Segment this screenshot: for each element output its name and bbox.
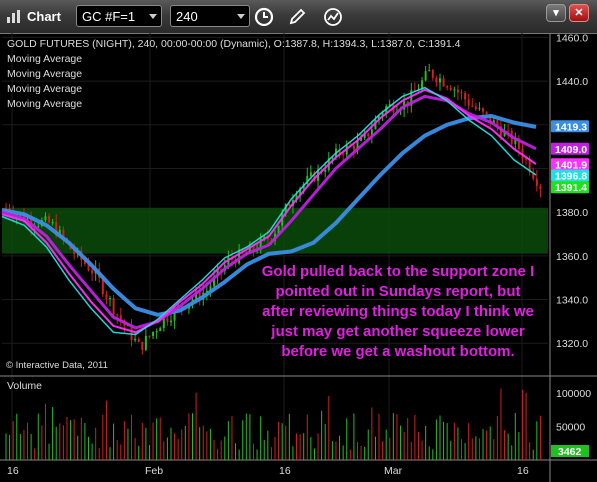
price-tick-label: 1360.0	[556, 251, 588, 263]
indicator-label: Moving Average	[7, 83, 83, 95]
candle-body	[37, 225, 40, 227]
candle-body	[478, 108, 481, 110]
candle-body	[424, 71, 427, 81]
price-tick-label: 1440.0	[556, 76, 588, 88]
ma-value-tags: 1419.31409.01401.91396.81391.4	[551, 120, 589, 194]
instrument-header: GOLD FUTURES (NIGHT), 240, 00:00-00:00 (…	[7, 38, 461, 50]
ma-value-label: 1419.3	[555, 121, 587, 133]
candle-body	[159, 328, 162, 332]
candle-body	[144, 335, 147, 350]
indicator-label: Moving Average	[7, 68, 83, 80]
candle-body	[471, 105, 474, 107]
time-tick-label: Feb	[145, 465, 163, 477]
candle-body	[148, 335, 151, 337]
candle-body	[152, 331, 155, 337]
ma-value-label: 1396.8	[555, 170, 587, 182]
candle-body	[48, 216, 51, 223]
volume-tick-label: 100000	[556, 388, 591, 400]
candle-body	[155, 331, 158, 333]
volume-tick-label: 50000	[556, 421, 585, 433]
candle-body	[442, 78, 445, 87]
candle-body	[474, 106, 477, 110]
candle-body	[91, 270, 94, 274]
clock-icon[interactable]	[253, 6, 275, 28]
minimize-button[interactable]: ▾	[546, 4, 566, 22]
ma-value-label: 1409.0	[555, 144, 587, 156]
candle-body	[112, 298, 115, 315]
time-tick-label: 16	[279, 465, 291, 477]
candle-body	[105, 294, 108, 299]
candle-body	[482, 108, 485, 112]
candle-body	[51, 222, 54, 224]
copyright-note: © Interactive Data, 2011	[6, 360, 108, 371]
candle-body	[435, 77, 438, 83]
volume-axis: 100000 50000 3462	[551, 388, 591, 458]
candle-body	[453, 89, 456, 91]
volume-last-label: 3462	[558, 446, 582, 458]
candle-body	[367, 133, 370, 137]
time-tick-label: 16	[7, 465, 19, 477]
candle-body	[352, 145, 355, 151]
candle-body	[109, 298, 112, 300]
price-chart[interactable]: 1320.01340.01360.01380.01400.01420.01440…	[0, 33, 597, 482]
chart-toolbar: Chart GC #F=1 240 ▾ ✕	[0, 0, 597, 34]
symbol-input[interactable]: GC #F=1	[76, 5, 162, 27]
interval-select[interactable]: 240	[170, 5, 250, 27]
window-title: Chart	[27, 9, 61, 24]
candle-body	[539, 186, 542, 190]
candle-body	[485, 111, 488, 115]
volume-bars	[5, 388, 541, 460]
candle-body	[431, 70, 434, 78]
candle-body	[166, 318, 169, 323]
price-tick-label: 1460.0	[556, 33, 588, 44]
candle-body	[446, 86, 449, 88]
candle-body	[44, 216, 47, 220]
candle-body	[169, 320, 172, 323]
ma-value-label: 1391.4	[555, 182, 587, 194]
candle-body	[428, 70, 431, 72]
candle-body	[342, 153, 345, 155]
candle-body	[464, 93, 467, 100]
candle-body	[134, 338, 137, 341]
volume-label: Volume	[7, 380, 43, 392]
candle-body	[507, 130, 510, 132]
candle-body	[467, 99, 470, 106]
candle-body	[438, 78, 441, 83]
candle-body	[141, 341, 144, 350]
chevron-down-icon[interactable]	[149, 14, 157, 19]
price-tick-label: 1340.0	[556, 295, 588, 307]
time-tick-label: Mar	[384, 465, 403, 477]
time-axis: 16 Feb 16 Mar 16	[7, 465, 529, 477]
candle-body	[324, 169, 327, 172]
candle-body	[449, 87, 452, 91]
candle-body	[460, 92, 463, 94]
candle-body	[309, 172, 312, 176]
indicator-icon[interactable]	[322, 6, 344, 28]
indicator-label: Moving Average	[7, 53, 83, 65]
candle-body	[116, 314, 119, 316]
candle-body	[137, 338, 140, 342]
pencil-icon[interactable]	[286, 6, 308, 28]
chart-app-icon	[7, 10, 20, 23]
close-button[interactable]: ✕	[569, 4, 589, 22]
candle-body	[162, 318, 165, 329]
interval-value: 240	[176, 9, 198, 24]
indicator-label: Moving Average	[7, 98, 83, 110]
time-tick-label: 16	[517, 465, 529, 477]
chevron-down-icon[interactable]	[237, 14, 245, 19]
candle-body	[456, 89, 459, 93]
price-tick-label: 1320.0	[556, 338, 588, 350]
candle-body	[535, 178, 538, 187]
symbol-value: GC #F=1	[82, 9, 136, 24]
price-tick-label: 1380.0	[556, 207, 588, 219]
annotation-text: Gold pulled back to the support zone I p…	[261, 263, 535, 360]
